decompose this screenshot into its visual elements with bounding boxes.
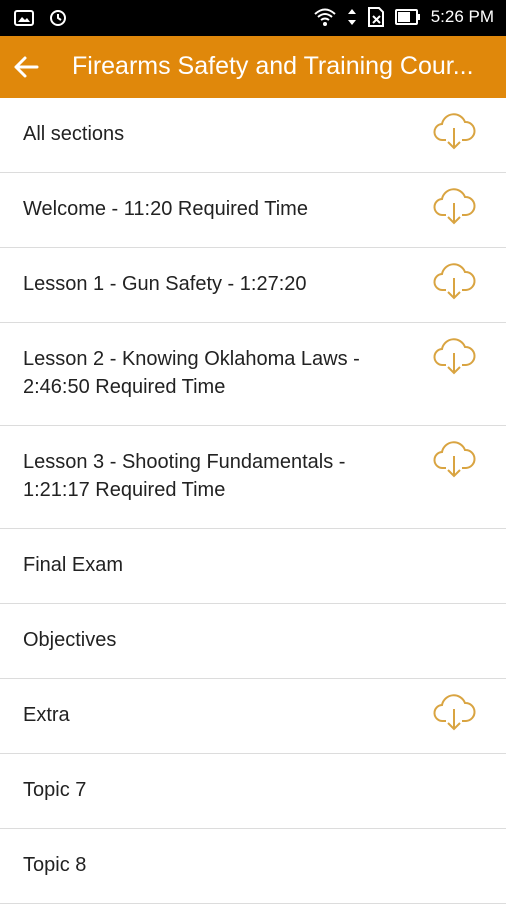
arrow-back-icon <box>14 56 39 78</box>
cloud-download-icon[interactable] <box>432 693 476 733</box>
section-row-lesson-2[interactable]: Lesson 2 - Knowing Oklahoma Laws - 2:46:… <box>0 323 506 426</box>
section-row-all[interactable]: All sections <box>0 98 506 173</box>
section-row-final-exam[interactable]: Final Exam <box>0 529 506 604</box>
cloud-download-icon[interactable] <box>432 112 476 152</box>
section-list: All sections Welcome - 11:20 Required Ti… <box>0 98 506 904</box>
section-row-objectives[interactable]: Objectives <box>0 604 506 679</box>
section-label: Topic 8 <box>23 854 87 876</box>
cloud-download-icon[interactable] <box>432 262 476 302</box>
section-label: Final Exam <box>23 554 124 576</box>
section-row-lesson-3[interactable]: Lesson 3 - Shooting Fundamentals - 1:21:… <box>0 426 506 529</box>
app-bar: Firearms Safety and Training Cour... <box>0 36 506 98</box>
image-notification-icon <box>14 10 34 26</box>
sync-notification-icon <box>50 10 66 26</box>
section-label: Welcome - 11:20 Required Time <box>23 198 308 220</box>
section-label: Objectives <box>23 629 117 651</box>
status-time: 5:26 PM <box>430 7 494 26</box>
section-label: Lesson 1 - Gun Safety - 1:27:20 <box>23 273 307 295</box>
cloud-download-icon[interactable] <box>432 187 476 227</box>
no-sim-icon <box>367 7 384 27</box>
section-label: Lesson 3 - Shooting Fundamentals - 1:21:… <box>23 451 346 501</box>
status-bar: 5:26 PM <box>0 0 506 36</box>
section-label: All sections <box>23 123 125 145</box>
section-row-extra[interactable]: Extra <box>0 679 506 754</box>
section-label: Extra <box>23 704 70 726</box>
data-arrows-icon <box>347 9 356 25</box>
section-row-lesson-1[interactable]: Lesson 1 - Gun Safety - 1:27:20 <box>0 248 506 323</box>
section-row-topic-8[interactable]: Topic 8 <box>0 829 506 904</box>
page-title: Firearms Safety and Training Cour... <box>72 52 474 80</box>
section-row-topic-7[interactable]: Topic 7 <box>0 754 506 829</box>
section-row-welcome[interactable]: Welcome - 11:20 Required Time <box>0 173 506 248</box>
wifi-icon <box>314 8 336 26</box>
battery-icon <box>394 9 420 25</box>
section-label: Topic 7 <box>23 779 87 801</box>
cloud-download-icon[interactable] <box>432 440 476 480</box>
back-button[interactable] <box>8 49 44 85</box>
section-label: Lesson 2 - Knowing Oklahoma Laws - 2:46:… <box>23 348 360 398</box>
cloud-download-icon[interactable] <box>432 337 476 377</box>
